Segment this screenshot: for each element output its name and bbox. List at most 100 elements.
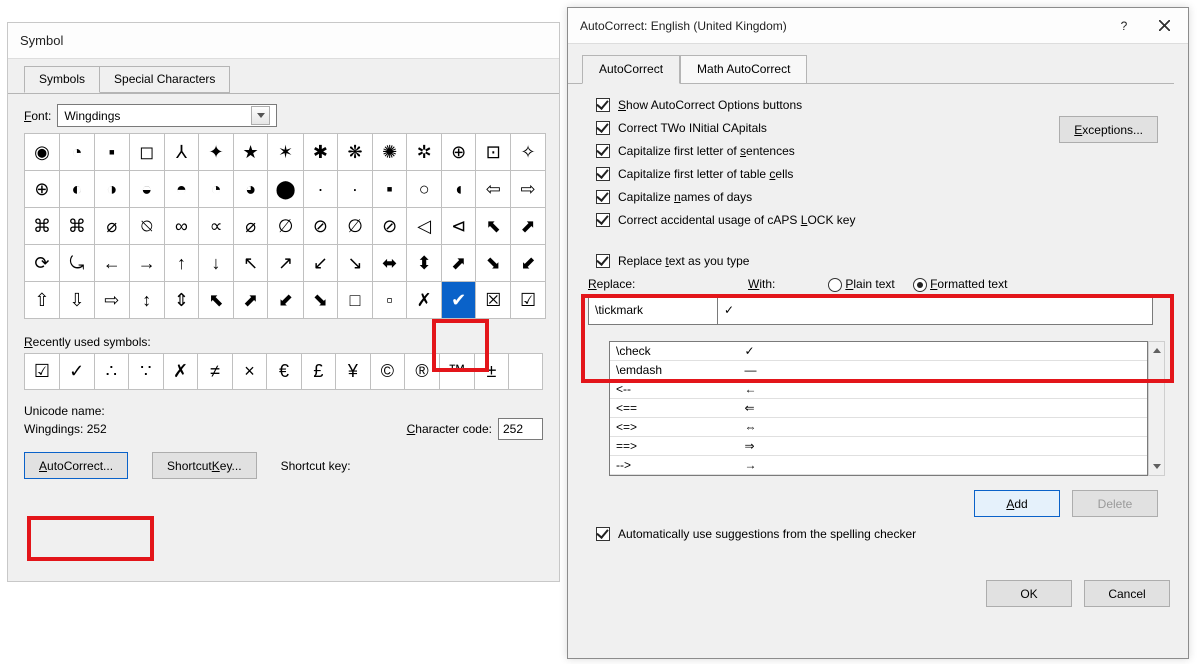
symbol-cell[interactable]: ↗ [268,245,303,282]
symbol-cell[interactable]: ✦ [199,134,234,171]
symbol-cell[interactable]: ⬈ [511,208,546,245]
table-row[interactable]: <=>⇔ [610,418,1147,437]
table-row[interactable]: <==⇐ [610,399,1147,418]
symbol-cell[interactable]: ⤿ [59,245,94,282]
symbol-cell[interactable]: ◔ [59,134,94,171]
table-row[interactable]: <--← [610,380,1147,399]
symbol-cell[interactable]: ⟳ [25,245,60,282]
symbol-cell[interactable]: ∅ [268,208,303,245]
symbol-cell[interactable]: ∞ [164,208,199,245]
symbol-cell[interactable]: → [129,245,164,282]
recent-symbol-cell[interactable]: © [370,354,405,390]
symbol-cell[interactable]: ⊘ [303,208,338,245]
symbol-cell[interactable]: ◻ [129,134,164,171]
symbol-cell[interactable]: ∝ [199,208,234,245]
symbol-cell[interactable]: ❋ [338,134,373,171]
recent-symbol-cell[interactable]: ® [405,354,440,390]
symbol-cell[interactable]: ⊘ [372,208,407,245]
chk-show-options[interactable] [596,98,610,112]
recent-symbol-cell[interactable]: ✓ [59,354,94,390]
symbol-cell[interactable]: ⬉ [476,208,511,245]
symbol-cell[interactable]: ⊡ [476,134,511,171]
recent-symbol-cell[interactable]: ¥ [336,354,370,390]
symbol-cell[interactable]: ◖ [441,171,476,208]
symbol-cell[interactable]: ✶ [268,134,303,171]
symbol-cell[interactable]: ↕ [129,282,164,319]
recent-symbol-cell[interactable]: £ [301,354,335,390]
symbol-cell[interactable]: ∅ [338,208,373,245]
symbol-cell[interactable]: ✔ [441,282,476,319]
symbol-cell[interactable]: ◕ [233,171,268,208]
font-select[interactable]: Wingdings [57,104,277,127]
char-code-input[interactable]: 252 [498,418,543,440]
symbol-cell[interactable]: ⬈ [233,282,268,319]
chk-days[interactable] [596,190,610,204]
symbol-cell[interactable]: ○ [407,171,442,208]
symbol-cell[interactable]: ⬊ [476,245,511,282]
symbol-cell[interactable]: ◔ [199,171,234,208]
symbol-cell[interactable]: ↖ [233,245,268,282]
exceptions-button[interactable]: Exceptions... [1059,116,1158,143]
recent-symbol-cell[interactable]: ∴ [94,354,129,390]
scroll-down-button[interactable] [1149,458,1164,475]
symbol-cell[interactable]: ⇦ [476,171,511,208]
chk-replace-typing[interactable] [596,254,610,268]
table-row[interactable]: -->→ [610,456,1147,475]
chk-spelling-suggest[interactable] [596,527,610,541]
tab-symbols[interactable]: Symbols [24,66,100,93]
symbol-cell[interactable]: ⌀ [94,208,129,245]
symbol-cell[interactable]: ✧ [511,134,546,171]
scrollbar[interactable] [1148,341,1165,477]
cancel-button[interactable]: Cancel [1084,580,1170,607]
chk-first-table[interactable] [596,167,610,181]
symbol-cell[interactable]: ✲ [407,134,442,171]
radio-plain-text[interactable] [828,278,842,292]
symbol-cell[interactable]: □ [338,282,373,319]
symbol-cell[interactable]: ⬈ [441,245,476,282]
symbol-cell[interactable]: ⊲ [441,208,476,245]
replace-input[interactable]: \tickmark [588,295,718,325]
symbol-cell[interactable]: ↑ [164,245,199,282]
with-input[interactable]: ✓ [717,295,1153,325]
symbol-cell[interactable]: ⬍ [407,245,442,282]
recent-symbol-cell[interactable]: ± [474,354,508,390]
symbol-cell[interactable]: ★ [233,134,268,171]
symbol-cell[interactable]: ⍉ [129,208,164,245]
symbol-cell[interactable]: ◉ [25,134,60,171]
symbol-cell[interactable]: ☒ [476,282,511,319]
symbol-cell[interactable]: ← [94,245,129,282]
symbol-cell[interactable]: ⇧ [25,282,60,319]
radio-formatted-text[interactable] [913,278,927,292]
table-row[interactable]: ==>⇒ [610,437,1147,456]
font-dropdown-button[interactable] [251,106,270,125]
recent-symbol-cell[interactable]: ∵ [129,354,164,390]
symbol-cell[interactable]: ✺ [372,134,407,171]
chk-capslock[interactable] [596,213,610,227]
close-button[interactable] [1144,11,1184,41]
symbol-cell[interactable]: ⇨ [94,282,129,319]
symbol-cell[interactable]: ◓ [164,171,199,208]
tab-special-characters[interactable]: Special Characters [100,66,230,93]
symbol-cell[interactable]: ⌘ [25,208,60,245]
recent-symbol-cell[interactable]: ✗ [163,354,198,390]
symbol-cell[interactable]: ⅄ [164,134,199,171]
symbol-cell[interactable]: ∙ [338,171,373,208]
recent-symbol-cell[interactable]: ☑ [25,354,60,390]
autocorrect-list[interactable]: \check✓\emdash—<--←<==⇐<=>⇔==>⇒-->→ [609,341,1148,477]
symbol-cell[interactable]: ▫ [372,282,407,319]
symbol-cell[interactable]: ⬤ [268,171,303,208]
recent-symbol-cell[interactable] [509,354,543,390]
symbol-cell[interactable]: ↓ [199,245,234,282]
symbol-cell[interactable]: ⇨ [511,171,546,208]
ok-button[interactable]: OK [986,580,1072,607]
symbol-cell[interactable]: ◒ [129,171,164,208]
symbol-cell[interactable]: ⌘ [59,208,94,245]
tab-math-autocorrect[interactable]: Math AutoCorrect [680,55,807,84]
symbol-cell[interactable]: ◐ [59,171,94,208]
recent-symbols-grid[interactable]: ☑✓∴∵✗≠×€£¥©®™± [24,353,543,390]
symbol-cell[interactable]: ▪ [372,171,407,208]
symbol-cell[interactable]: ⬊ [303,282,338,319]
autocorrect-button[interactable]: AutoCorrect... [24,452,128,479]
shortcut-key-button[interactable]: Shortcut Key... [152,452,257,479]
scroll-up-button[interactable] [1149,342,1164,359]
